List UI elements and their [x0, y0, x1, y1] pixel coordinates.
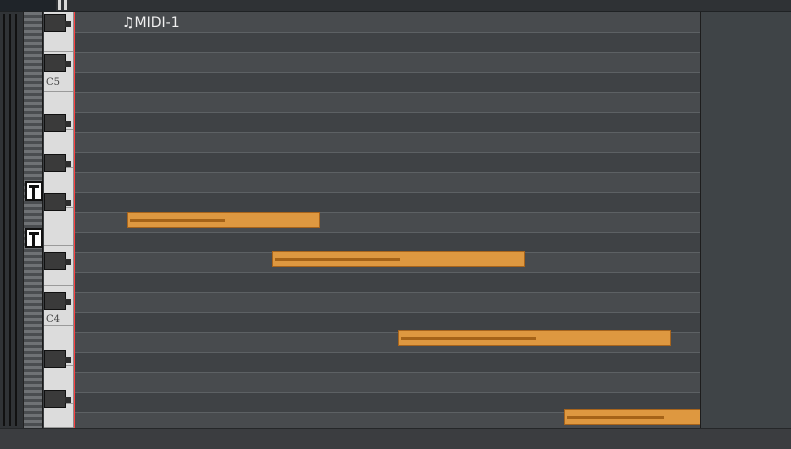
- top-strip: [0, 0, 791, 12]
- row-divider: [75, 92, 775, 93]
- piano-roll[interactable]: ♫MIDI-1: [74, 12, 775, 428]
- black-key[interactable]: [44, 154, 71, 172]
- velocity-bar: [401, 337, 536, 340]
- black-key[interactable]: [44, 14, 71, 32]
- pitch-lane[interactable]: [75, 112, 775, 132]
- pitch-lane[interactable]: [75, 312, 775, 332]
- range-indicator-bottom[interactable]: [25, 228, 43, 248]
- overview-bar: [9, 14, 11, 426]
- black-key[interactable]: [44, 350, 71, 368]
- midi-note[interactable]: [398, 330, 671, 346]
- pitch-lane[interactable]: [75, 292, 775, 312]
- octave-label-c5: C5: [46, 77, 61, 88]
- pitch-lane[interactable]: [75, 12, 775, 32]
- bottom-bar: [0, 428, 791, 449]
- pitch-lane[interactable]: [75, 92, 775, 112]
- row-divider: [75, 72, 775, 73]
- row-divider: [75, 312, 775, 313]
- mini-keyboard-range: [24, 12, 43, 428]
- row-divider: [75, 272, 775, 273]
- black-key[interactable]: [44, 292, 71, 310]
- black-key[interactable]: [44, 390, 71, 408]
- pitch-lane[interactable]: [75, 192, 775, 212]
- pitch-lane[interactable]: [75, 372, 775, 392]
- pitch-lane[interactable]: [75, 52, 775, 72]
- row-divider: [75, 192, 775, 193]
- midi-note[interactable]: [127, 212, 320, 228]
- row-divider: [75, 292, 775, 293]
- pitch-lane[interactable]: [75, 172, 775, 192]
- velocity-bar: [567, 416, 664, 419]
- pitch-lane[interactable]: [75, 132, 775, 152]
- pitch-lane[interactable]: [75, 352, 775, 372]
- row-divider: [75, 32, 775, 33]
- black-key[interactable]: [44, 252, 71, 270]
- midi-editor-window: C5 C4 ♫MIDI-1: [0, 0, 791, 449]
- playhead-line[interactable]: [74, 12, 75, 449]
- row-divider: [75, 112, 775, 113]
- black-key[interactable]: [44, 193, 71, 211]
- row-divider: [75, 372, 775, 373]
- pitch-lane[interactable]: [75, 72, 775, 92]
- velocity-bar: [130, 219, 225, 222]
- row-divider: [75, 172, 775, 173]
- overview-bar: [3, 14, 5, 426]
- pitch-lane[interactable]: [75, 32, 775, 52]
- row-divider: [75, 152, 775, 153]
- piano-key[interactable]: [44, 208, 73, 246]
- note-overview-strip: [0, 12, 24, 428]
- row-divider: [75, 392, 775, 393]
- row-divider: [75, 352, 775, 353]
- black-key[interactable]: [44, 114, 71, 132]
- piano-keyboard: C5 C4: [44, 12, 74, 428]
- pitch-lane[interactable]: [75, 232, 775, 252]
- midi-region-title: ♫MIDI-1: [122, 15, 180, 31]
- right-gutter: [700, 12, 791, 428]
- row-divider: [75, 52, 775, 53]
- velocity-bar: [275, 258, 400, 261]
- row-divider: [75, 132, 775, 133]
- overview-bar: [15, 14, 17, 426]
- pitch-lane[interactable]: [75, 152, 775, 172]
- black-key[interactable]: [44, 54, 71, 72]
- pitch-lane[interactable]: [75, 272, 775, 292]
- grip-icon[interactable]: [57, 0, 71, 11]
- octave-label-c4: C4: [46, 314, 61, 325]
- row-divider: [75, 232, 775, 233]
- top-left-strip: [0, 0, 56, 11]
- midi-note[interactable]: [272, 251, 525, 267]
- range-indicator-top[interactable]: [25, 181, 43, 201]
